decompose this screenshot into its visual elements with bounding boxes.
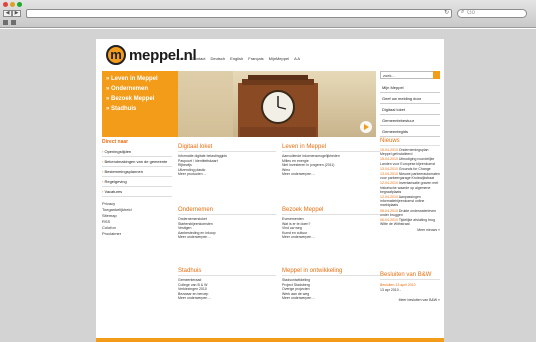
more-news-link[interactable]: Meer nieuws »: [380, 228, 440, 232]
besluiten-title: Besluiten van B&W: [380, 271, 440, 280]
bookmark-icon[interactable]: [11, 20, 16, 25]
minimize-window-icon[interactable]: [10, 2, 15, 7]
news-item[interactable]: 15-04-2010 Uitnodiging noordelijke Lande…: [380, 157, 440, 165]
section-title[interactable]: Ondernemen: [178, 206, 276, 215]
section-digitaal-loket: Digitaal loket Informatie digitale belas…: [178, 143, 276, 177]
section-link[interactable]: Meer onderwerpen ...: [178, 296, 276, 301]
close-window-icon[interactable]: [3, 2, 8, 7]
bookmarks-bar: [3, 20, 16, 25]
text-size-toggle[interactable]: A A: [294, 56, 300, 61]
secondary-nav: Direct naar Openingstijden Bekendmakinge…: [102, 139, 172, 237]
secondary-nav-heading: Direct naar: [102, 139, 129, 145]
main-nav-ondernemen[interactable]: » Ondernemen: [106, 84, 178, 94]
address-bar[interactable]: ↻: [26, 9, 452, 18]
news-item[interactable]: 06-04-2010 Tijdelijke afsluiting brug Wi…: [380, 218, 440, 226]
section-title[interactable]: Stadhuis: [178, 267, 276, 276]
top-nav-home[interactable]: Home: [176, 56, 187, 61]
section-meppel-in-ontwikkeling: Meppel in ontwikkeling Stadsontwikkeling…: [282, 267, 380, 301]
news-title: Nieuws: [380, 137, 440, 146]
secondary-nav-item[interactable]: Vacatures: [102, 187, 172, 197]
bookmark-icon[interactable]: [3, 20, 8, 25]
main-nav: » Leven in Meppel » Ondernemen » Bezoek …: [102, 71, 178, 137]
forward-button[interactable]: ▶: [12, 10, 21, 17]
news-item[interactable]: 12-04-2010 Aanpassingen informatiebijeen…: [380, 195, 440, 208]
section-link[interactable]: Meer onderwerpen ...: [282, 296, 380, 301]
section-link[interactable]: Meer onderwerpen ...: [282, 235, 380, 240]
site-container: m meppel.nl Home Contact Deutsch English…: [96, 39, 444, 342]
news-item[interactable]: 13-04-2010 Grounds for Change: [380, 167, 440, 171]
reload-icon[interactable]: ↻: [444, 10, 449, 17]
more-besluiten-link[interactable]: Meer besluiten van B&W »: [380, 298, 440, 302]
back-button[interactable]: ◀: [3, 10, 12, 17]
browser-nav: ◀ ▶: [3, 10, 21, 17]
page-viewport: m meppel.nl Home Contact Deutsch English…: [0, 29, 536, 342]
magnifier-icon: ⌕: [461, 9, 465, 15]
section-leven-in-meppel: Leven in Meppel Aanvullende inkomensmoge…: [282, 143, 380, 177]
site-search-placeholder: zoek...: [383, 73, 395, 78]
footer-bar: [96, 338, 444, 342]
section-ondernemen: Ondernemen Ondernemersloket Startersbije…: [178, 206, 276, 240]
top-nav-deutsch[interactable]: Deutsch: [210, 56, 225, 61]
main-nav-leven[interactable]: » Leven in Meppel: [106, 74, 178, 84]
browser-chrome: ◀ ▶ ↻ ⌕ Go: [0, 0, 536, 28]
footer-link-proclaimer[interactable]: Proclaimer: [102, 231, 172, 237]
top-nav-francais[interactable]: Français: [248, 56, 263, 61]
section-title[interactable]: Meppel in ontwikkeling: [282, 267, 380, 276]
top-nav-contact[interactable]: Contact: [192, 56, 206, 61]
site-logo[interactable]: m meppel.nl: [106, 45, 197, 65]
site-search-button[interactable]: [433, 71, 440, 79]
news-panel: Nieuws 15-04-2010 Ondernemingsplan Meppe…: [380, 137, 440, 232]
site-search-input[interactable]: zoek...: [380, 71, 440, 79]
section-title[interactable]: Leven in Meppel: [282, 143, 380, 152]
section-link[interactable]: Meer onderwerpen ...: [282, 172, 380, 177]
quick-link-digitaal-loket[interactable]: Digitaal loket: [380, 104, 440, 115]
section-link[interactable]: Meer producten ...: [178, 172, 276, 177]
browser-search-placeholder: Go: [467, 10, 476, 16]
quick-link-mijn-meppel[interactable]: Mijn Meppel: [380, 82, 440, 93]
besluiten-panel: Besluiten van B&W Besluiten 13 april 201…: [380, 271, 440, 302]
top-nav-english[interactable]: English: [230, 56, 243, 61]
top-nav: Home Contact Deutsch English Français Mi…: [176, 56, 300, 61]
secondary-nav-item[interactable]: Regelgeving: [102, 177, 172, 187]
section-stadhuis: Stadhuis Gemeenteraad College van B & W …: [178, 267, 276, 301]
main-nav-bezoek[interactable]: » Bezoek Meppel: [106, 94, 178, 104]
browser-search-field[interactable]: ⌕ Go: [457, 9, 527, 18]
secondary-nav-item[interactable]: Bestemmingsplannen: [102, 167, 172, 177]
secondary-nav-item[interactable]: Openingstijden: [102, 147, 172, 157]
quick-link-gemeentebestuur[interactable]: Gemeentebestuur: [380, 115, 440, 126]
section-title[interactable]: Digitaal loket: [178, 143, 276, 152]
news-item[interactable]: 12-04-2010 Inventarisatie graven met his…: [380, 181, 440, 194]
besluiten-date: 13 apr 2010 -: [380, 287, 401, 292]
secondary-nav-item[interactable]: Bekendmakingen van de gemeente: [102, 157, 172, 167]
quick-link-melding[interactable]: Geef uw melding door: [380, 93, 440, 104]
window-controls: [3, 2, 22, 7]
hero-clocktower-photo: [178, 71, 376, 137]
top-nav-mijnmeppel[interactable]: MijnMeppel: [269, 56, 289, 61]
zoom-window-icon[interactable]: [17, 2, 22, 7]
main-nav-stadhuis[interactable]: » Stadhuis: [106, 104, 178, 114]
section-bezoek-meppel: Bezoek Meppel Evenementen Wat is er te d…: [282, 206, 380, 240]
quick-links: Mijn Meppel Geef uw melding door Digitaa…: [380, 82, 440, 137]
news-item[interactable]: 08-04-2010 Drukte onderwaterleven onder …: [380, 209, 440, 217]
hero-image: [178, 71, 376, 137]
section-title[interactable]: Bezoek Meppel: [282, 206, 380, 215]
news-item[interactable]: 15-04-2010 Ondernemingsplan Meppel geïns…: [380, 148, 440, 156]
logo-icon: m: [106, 45, 126, 65]
quick-link-gemeentegids[interactable]: Gemeentegids: [380, 126, 440, 137]
section-link[interactable]: Meer onderwerpen ...: [178, 235, 276, 240]
news-item[interactable]: 13-04-2010 Nieuwe parkeerautomaten voor …: [380, 172, 440, 180]
